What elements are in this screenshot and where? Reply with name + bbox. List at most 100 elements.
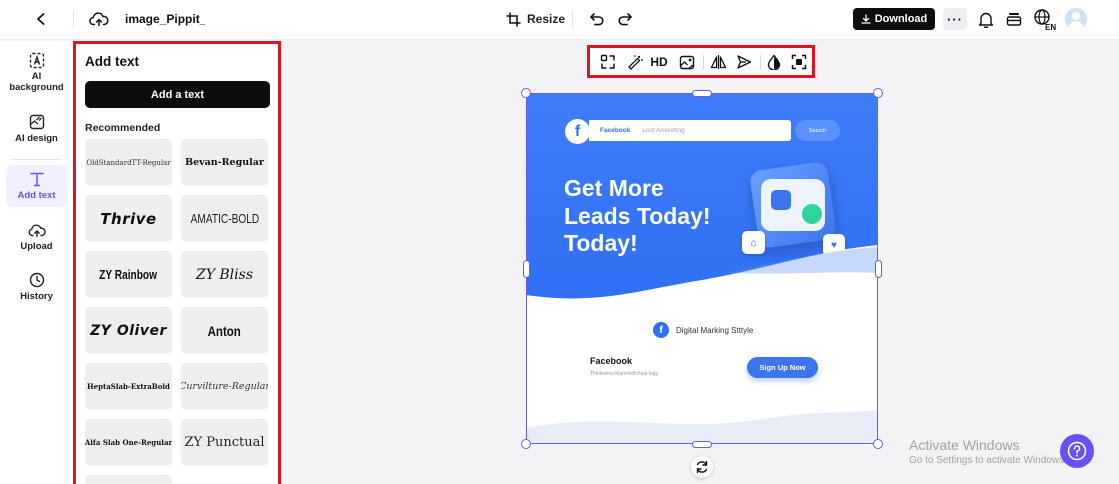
design-canvas[interactable]: f Facebook Lost Amiketing Search Get Mor… <box>526 93 878 444</box>
design-bottom-wave <box>526 410 878 444</box>
rail-item-label: History <box>20 291 53 302</box>
design-search-button: Search <box>795 120 840 141</box>
font-preview: Alfa Slab One-Regular <box>85 438 172 447</box>
language-icon[interactable]: EN <box>1033 8 1057 32</box>
design-green-dot <box>802 204 822 224</box>
image-toolbar: HD <box>587 45 815 78</box>
resize-handle-top-left[interactable] <box>521 88 531 98</box>
font-tile[interactable]: Alfa Slab One-Regular <box>85 419 172 466</box>
divider <box>572 11 573 27</box>
resize-label: Resize <box>527 12 566 26</box>
font-tile[interactable]: ZY Rainbow <box>85 251 172 298</box>
font-preview: AMATIC-BOLD <box>190 211 259 226</box>
resize-handle-bottom-right[interactable] <box>873 439 883 449</box>
font-tile[interactable]: ZY Punctual <box>181 419 268 466</box>
ai-design-icon <box>29 113 45 131</box>
svg-text:EN: EN <box>1045 23 1056 32</box>
font-preview: Bevan-Regular <box>185 157 264 168</box>
font-tile[interactable]: Anton <box>181 307 268 354</box>
resize-handle-left[interactable] <box>523 260 530 278</box>
design-facebook-subtext: Thinkwmia Manchellchaat logy <box>590 371 659 377</box>
redo-icon[interactable] <box>615 9 635 29</box>
rail-item-label: AI background <box>9 71 64 93</box>
more-button[interactable]: ··· <box>943 8 967 30</box>
retouch-icon[interactable] <box>626 53 644 71</box>
design-signup-button: Sign Up Now <box>747 357 818 378</box>
add-a-text-button[interactable]: Add a text <box>85 81 270 108</box>
font-tile[interactable]: ZY Bliss <box>181 251 268 298</box>
font-tile[interactable]: Bevan-Regular <box>181 139 268 186</box>
font-preview: ZY Bliss <box>195 266 254 283</box>
font-tile[interactable]: OldStandardTT-Regular <box>85 139 172 186</box>
download-label: Download <box>874 13 928 25</box>
avatar[interactable] <box>1065 8 1087 30</box>
font-tile[interactable] <box>85 475 172 484</box>
flip-icon[interactable] <box>709 53 727 71</box>
smart-crop-icon[interactable] <box>599 53 617 71</box>
focus-icon[interactable] <box>790 53 808 71</box>
opacity-icon[interactable] <box>765 53 783 71</box>
cloud-upload-icon[interactable] <box>88 9 110 29</box>
font-tile[interactable]: HeptaSlab-ExtraBold <box>85 363 172 410</box>
resize-handle-right[interactable] <box>875 260 882 278</box>
design-brand: Facebook <box>600 127 631 134</box>
font-preview: HeptaSlab-ExtraBold <box>87 382 170 391</box>
font-preview: Curvilture-Regular <box>181 381 268 392</box>
recommended-label: Recommended <box>85 122 161 134</box>
rail-item-ai-design[interactable]: AI design <box>6 113 67 147</box>
rotate-icon[interactable] <box>691 456 713 478</box>
send-icon[interactable] <box>735 53 753 71</box>
back-icon[interactable] <box>30 8 52 30</box>
download-button[interactable]: Download <box>853 8 935 30</box>
document-title[interactable]: image_Pippit_20 <box>125 12 205 26</box>
rail-item-history[interactable]: History <box>6 271 67 305</box>
rail-item-label: Upload <box>20 241 53 252</box>
add-text-panel: Add text Add a text Recommended OldStand… <box>73 41 281 484</box>
font-preview: ZY Rainbow <box>99 267 158 282</box>
design-facebook-label: Facebook <box>590 356 633 366</box>
toolbar-divider <box>760 55 761 69</box>
download-icon <box>861 14 871 24</box>
font-preview: Anton <box>207 322 242 339</box>
font-tile[interactable]: Curvilture-Regular <box>181 363 268 410</box>
rail-item-add-text[interactable]: Add text <box>6 165 67 207</box>
design-search-bar: Facebook Lost Amiketing <box>589 120 791 141</box>
toolbar-divider <box>703 55 704 69</box>
resize-handle-bottom-left[interactable] <box>521 439 531 449</box>
font-tile[interactable]: Thrive <box>85 195 172 242</box>
font-preview: OldStandardTT-Regular <box>86 158 171 167</box>
image-edit-icon[interactable] <box>678 53 696 71</box>
divider <box>73 10 74 28</box>
history-icon <box>29 271 45 289</box>
resize-button[interactable]: Resize <box>506 9 565 29</box>
resize-handle-top-right[interactable] <box>873 88 883 98</box>
rail-item-label: Add text <box>17 190 56 201</box>
design-marketing-text: Digital Marking Stttyle <box>676 326 754 335</box>
left-rail: AI background AI design Add text Upload … <box>0 41 73 484</box>
text-icon <box>29 170 45 188</box>
panel-title: Add text <box>85 54 139 69</box>
design-app-icon <box>771 190 791 210</box>
resize-icon <box>506 11 521 27</box>
rail-item-ai-background[interactable]: AI background <box>6 51 67 97</box>
resize-handle-top[interactable] <box>692 90 712 97</box>
font-preview: ZY Punctual <box>184 435 265 450</box>
font-tile[interactable]: ZY Oliver <box>85 307 172 354</box>
rail-divider <box>10 159 62 160</box>
font-preview: Thrive <box>100 209 157 228</box>
top-bar: image_Pippit_20 Resize Download ··· EN <box>0 0 1119 40</box>
rail-item-upload[interactable]: Upload <box>6 221 67 255</box>
design-placeholder: Lost Amiketing <box>642 127 685 134</box>
upload-icon <box>28 221 46 239</box>
bell-icon[interactable] <box>976 9 996 29</box>
resize-handle-bottom[interactable] <box>692 441 712 448</box>
stack-icon[interactable] <box>1004 9 1024 29</box>
ai-background-icon <box>29 51 45 69</box>
design-wave <box>526 245 878 323</box>
facebook-icon: f <box>565 119 590 144</box>
facebook-small-icon: f <box>653 322 669 338</box>
hd-icon[interactable]: HD <box>649 53 669 71</box>
undo-icon[interactable] <box>587 9 607 29</box>
help-icon[interactable] <box>1060 434 1094 468</box>
font-tile[interactable]: AMATIC-BOLD <box>181 195 268 242</box>
